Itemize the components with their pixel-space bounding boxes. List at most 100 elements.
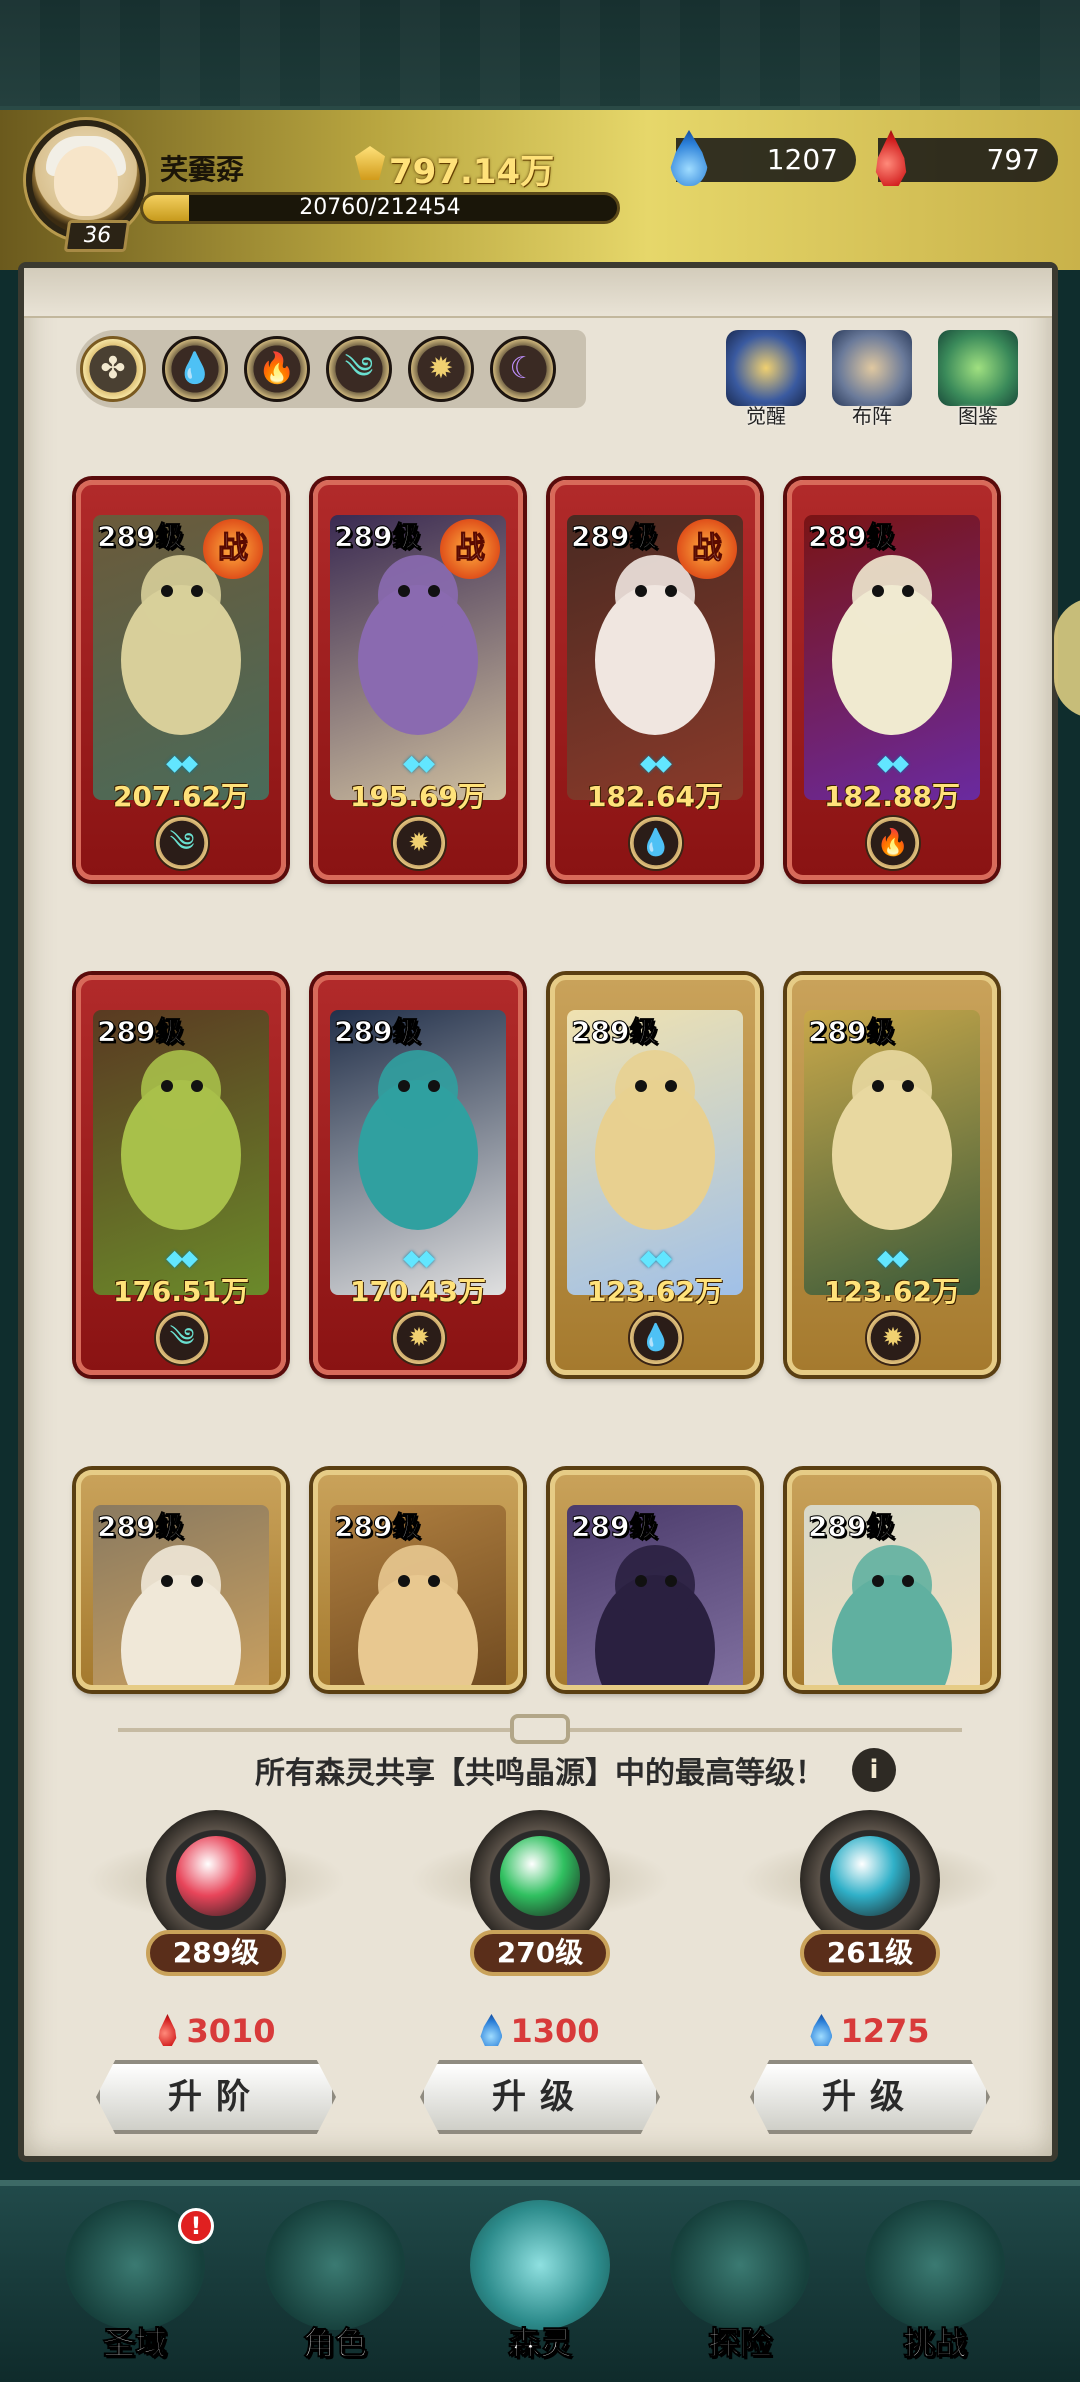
- nav-item-4[interactable]: 挑战: [850, 2190, 1020, 2370]
- nav-item-3[interactable]: 探险: [655, 2190, 825, 2370]
- wind-icon: ༄: [344, 351, 374, 386]
- spirit-level: 289级: [570, 520, 658, 554]
- spirit-power: 123.62万: [586, 1275, 724, 1308]
- spirit-level: 289级: [570, 1015, 658, 1049]
- portrait-head: [852, 1050, 932, 1130]
- water-drop-icon: 💧: [176, 351, 214, 386]
- orb-core: [830, 1836, 910, 1916]
- portrait-eye: [161, 585, 173, 597]
- battle-badge: 战: [677, 519, 737, 579]
- spirit-card[interactable]: 289级: [313, 1470, 523, 1690]
- spirit-power: 170.43万: [349, 1275, 487, 1308]
- light-element-icon: ✹: [865, 1310, 921, 1366]
- spirit-card[interactable]: 289级 ◆◆ 182.88万 🔥: [787, 480, 997, 880]
- filter-light-button[interactable]: ✹: [408, 336, 474, 402]
- portrait-head: [615, 1545, 695, 1625]
- filter-dark-button[interactable]: ☾: [490, 336, 556, 402]
- filter-water-button[interactable]: 💧: [162, 336, 228, 402]
- awaken-button[interactable]: 觉醒: [716, 330, 816, 430]
- wind-element-icon: ༄: [154, 815, 210, 871]
- advance-button[interactable]: 升阶: [96, 2060, 336, 2134]
- nav-label: 挑战: [902, 2324, 967, 2363]
- upgrade-button[interactable]: 升级: [750, 2060, 990, 2134]
- exp-text: 20760/212454: [299, 195, 461, 220]
- resonance-orb[interactable]: [740, 1810, 1000, 1950]
- awaken-label: 觉醒: [746, 404, 786, 428]
- portrait-eye: [665, 1080, 677, 1092]
- codex-button[interactable]: 图鉴: [928, 330, 1028, 430]
- spirit-card[interactable]: 289级 ◆◆ 176.51万 ༄: [76, 975, 286, 1375]
- spirit-card[interactable]: 289级: [76, 1470, 286, 1690]
- spirit-card[interactable]: 289级战 ◆◆ 195.69万 ✹: [313, 480, 523, 880]
- portrait-head: [852, 555, 932, 635]
- portrait-eye: [428, 1575, 440, 1587]
- blood-counter[interactable]: 797: [878, 138, 1058, 182]
- light-element-icon: ✹: [391, 815, 447, 871]
- filter-fire-button[interactable]: 🔥: [244, 336, 310, 402]
- orb-core: [500, 1836, 580, 1916]
- battle-badge: 战: [203, 519, 263, 579]
- fire-element-icon: 🔥: [865, 815, 921, 871]
- portrait-head: [615, 1050, 695, 1130]
- panel-header-trim: [24, 268, 1052, 318]
- nav-item-2[interactable]: 森灵: [455, 2190, 625, 2370]
- spirit-card[interactable]: 289级战 ◆◆ 207.62万 ༄: [76, 480, 286, 880]
- upgrade-cost-value: 1275: [840, 2012, 930, 2050]
- spirit-card[interactable]: 289级战 ◆◆ 182.64万 💧: [550, 480, 760, 880]
- portrait-eye: [398, 1575, 410, 1587]
- book-icon: [938, 330, 1018, 406]
- portrait-eye: [902, 585, 914, 597]
- spirit-power: 176.51万: [112, 1275, 250, 1308]
- mana-flame-icon: [480, 2014, 503, 2046]
- star-rank-icon: ◆◆: [640, 1246, 672, 1271]
- spirit-card[interactable]: 289级 ◆◆ 170.43万 ✹: [313, 975, 523, 1375]
- battle-badge: 战: [440, 519, 500, 579]
- portrait-eye: [161, 1575, 173, 1587]
- portrait-eye: [902, 1575, 914, 1587]
- water-element-icon: 💧: [628, 815, 684, 871]
- info-icon[interactable]: i: [852, 1748, 896, 1792]
- portrait-eye: [161, 1080, 173, 1092]
- flame-icon: 🔥: [258, 351, 296, 386]
- nav-item-1[interactable]: 角色: [250, 2190, 420, 2370]
- spirit-icon: [470, 2200, 610, 2330]
- top-decor-band: [0, 0, 1080, 110]
- avatar-face: [54, 146, 118, 216]
- spirit-level: 289级: [96, 1015, 184, 1049]
- star-rank-icon: ◆◆: [166, 751, 198, 776]
- resonance-text: 所有森灵共享【共鸣晶源】中的最高等级！: [0, 1748, 1080, 1792]
- alert-badge: !: [178, 2208, 214, 2244]
- awaken-icon: [726, 330, 806, 406]
- upgrade-cost: 1275: [770, 2012, 970, 2050]
- portrait-eye: [635, 1080, 647, 1092]
- spirit-card[interactable]: 289级: [550, 1470, 760, 1690]
- spirit-level: 289级: [333, 1015, 421, 1049]
- portrait-eye: [635, 585, 647, 597]
- moon-icon: ☾: [509, 351, 537, 386]
- star-rank-icon: ◆◆: [877, 751, 909, 776]
- resonance-orb[interactable]: [410, 1810, 670, 1950]
- portrait-head: [378, 1050, 458, 1130]
- portrait-eye: [398, 585, 410, 597]
- character-icon: [265, 2200, 405, 2330]
- blood-drop-icon: [158, 2014, 177, 2046]
- gold-icon: [355, 146, 385, 180]
- spirit-level: 289级: [570, 1510, 658, 1544]
- portrait-head: [378, 1545, 458, 1625]
- player-name: 芺嫑孬: [160, 153, 245, 186]
- resonance-orb[interactable]: [86, 1810, 346, 1950]
- spirit-card[interactable]: 289级 ◆◆ 123.62万 ✹: [787, 975, 997, 1375]
- filter-all-button[interactable]: ✤: [80, 336, 146, 402]
- portrait-eye: [191, 1575, 203, 1587]
- filter-wind-button[interactable]: ༄: [326, 336, 392, 402]
- spirit-card[interactable]: 289级: [787, 1470, 997, 1690]
- star-rank-icon: ◆◆: [403, 751, 435, 776]
- portrait-eye: [665, 585, 677, 597]
- portrait-eye: [635, 1575, 647, 1587]
- formation-button[interactable]: 布阵: [822, 330, 922, 430]
- upgrade-button[interactable]: 升级: [420, 2060, 660, 2134]
- nav-label: 探险: [707, 2324, 772, 2363]
- spirit-card[interactable]: 289级 ◆◆ 123.62万 💧: [550, 975, 760, 1375]
- portrait-head: [141, 1545, 221, 1625]
- nav-label: 圣域: [102, 2324, 167, 2363]
